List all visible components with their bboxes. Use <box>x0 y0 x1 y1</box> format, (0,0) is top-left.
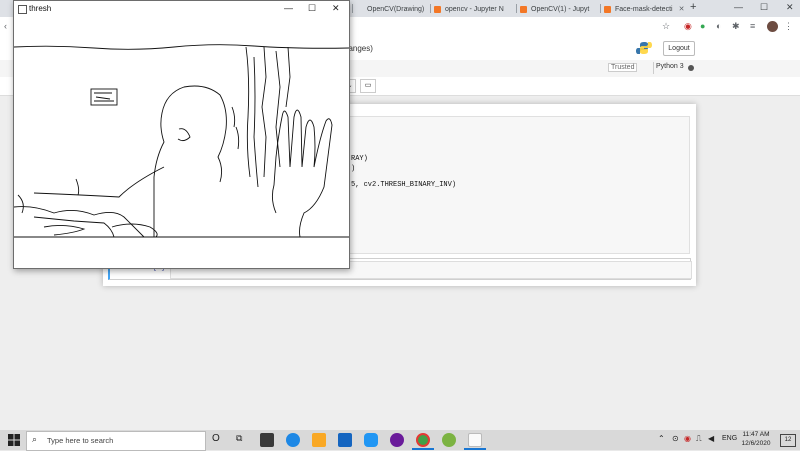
tab-separator <box>352 4 353 13</box>
thresh-image <box>13 17 350 267</box>
tab-separator <box>430 4 431 13</box>
thresh-minimize-button[interactable]: — <box>284 3 293 13</box>
tab-separator <box>516 4 517 13</box>
lime-app-icon[interactable] <box>442 433 456 447</box>
python-logo-icon <box>636 41 652 55</box>
clock-date[interactable]: 12/6/2020 <box>740 440 772 447</box>
mail-icon[interactable] <box>338 433 352 447</box>
tab-label: Face-mask-detecti <box>615 5 673 13</box>
thresh-edge-image <box>13 44 350 238</box>
clock-time[interactable]: 11:47 AM <box>742 431 770 438</box>
taskbar-search-box[interactable]: ⌕ Type here to search <box>26 431 206 451</box>
notepad-icon[interactable] <box>468 433 482 447</box>
extension-icon[interactable]: ◐ <box>716 21 721 32</box>
new-tab-button[interactable]: + <box>690 1 696 13</box>
language-indicator[interactable]: ENG <box>722 435 737 442</box>
volume-icon[interactable]: ◀ <box>708 434 714 443</box>
menubar-divider <box>653 62 654 74</box>
back-icon[interactable]: ‹ <box>4 21 7 32</box>
reading-list-icon[interactable]: ≡ <box>750 21 755 32</box>
jupyter-favicon-icon <box>434 5 441 13</box>
notifications-badge[interactable]: 12 <box>780 434 796 447</box>
thresh-window-title: thresh <box>29 4 52 13</box>
search-icon: ⌕ <box>32 434 38 444</box>
windows-start-icon[interactable] <box>8 434 20 446</box>
tray-red-icon[interactable]: ◉ <box>684 434 691 443</box>
code-line: 5, cv2.THRESH_BINARY_INV) <box>351 181 457 189</box>
window-minimize-button[interactable]: — <box>734 2 743 12</box>
puzzle-icon[interactable]: ✱ <box>732 21 740 32</box>
keyboard-icon[interactable]: ▭ <box>360 79 376 93</box>
trusted-badge[interactable]: Trusted <box>608 63 638 72</box>
headset-icon[interactable] <box>390 433 404 447</box>
network-icon[interactable]: ⎍ <box>696 434 702 444</box>
kernel-status-icon <box>688 65 694 71</box>
chrome-icon[interactable] <box>416 433 430 447</box>
window-close-button[interactable]: ✕ <box>786 2 794 13</box>
thresh-maximize-button[interactable]: ☐ <box>308 3 316 14</box>
code-line: RAY) <box>351 155 368 163</box>
windows-taskbar: ⌕ Type here to search O ⧉ ⌃ ⊙ ◉ ⎍ ◀ ENG … <box>0 430 800 451</box>
tab-label: OpenCV(Drawing) <box>367 5 425 13</box>
tab-opencv-drawing[interactable]: OpenCV(Drawing) ✕ <box>356 1 426 17</box>
window-maximize-button[interactable]: ☐ <box>760 2 768 13</box>
search-placeholder: Type here to search <box>47 436 114 445</box>
task-view-icon[interactable]: ⧉ <box>236 433 242 444</box>
store-icon[interactable] <box>260 433 274 447</box>
thresh-close-button[interactable]: ✕ <box>332 3 340 14</box>
tab-label: opencv - Jupyter N <box>445 5 504 13</box>
tab-face-mask[interactable]: Face-mask-detecti ✕ <box>604 1 694 17</box>
edge-icon[interactable] <box>286 433 300 447</box>
tray-app-icon[interactable]: ⊙ <box>672 434 679 443</box>
profile-avatar[interactable] <box>767 21 778 32</box>
cortana-icon[interactable]: O <box>212 433 220 444</box>
bookmark-star-icon[interactable]: ☆ <box>662 21 670 32</box>
window-app-icon <box>18 5 27 14</box>
thresh-window[interactable]: thresh — ☐ ✕ <box>13 0 350 269</box>
logout-button[interactable]: Logout <box>663 41 695 56</box>
menu-kebab-icon[interactable]: ⋮ <box>784 21 793 32</box>
jupyter-favicon-icon <box>604 5 611 13</box>
file-explorer-icon[interactable] <box>312 433 326 447</box>
zoom-icon[interactable] <box>364 433 378 447</box>
tab-label: OpenCV(1) - Jupyt <box>531 5 590 13</box>
grammarly-icon[interactable]: ● <box>700 21 705 32</box>
tab-separator <box>600 4 601 13</box>
jupyter-favicon-icon <box>356 6 363 13</box>
jupyter-favicon-icon <box>520 5 527 13</box>
tab-close-icon[interactable]: ✕ <box>679 5 685 13</box>
kernel-name: Python 3 <box>656 63 684 70</box>
thresh-titlebar[interactable]: thresh — ☐ ✕ <box>14 1 349 17</box>
tab-opencv1-jupyter[interactable]: OpenCV(1) - Jupyt <box>520 1 598 17</box>
code-line: ) <box>351 165 356 173</box>
show-hidden-icons-chevron-icon[interactable]: ⌃ <box>658 434 665 443</box>
pocket-icon[interactable]: ◉ <box>684 21 692 32</box>
tab-opencv-jupyter[interactable]: opencv - Jupyter N <box>434 1 514 17</box>
